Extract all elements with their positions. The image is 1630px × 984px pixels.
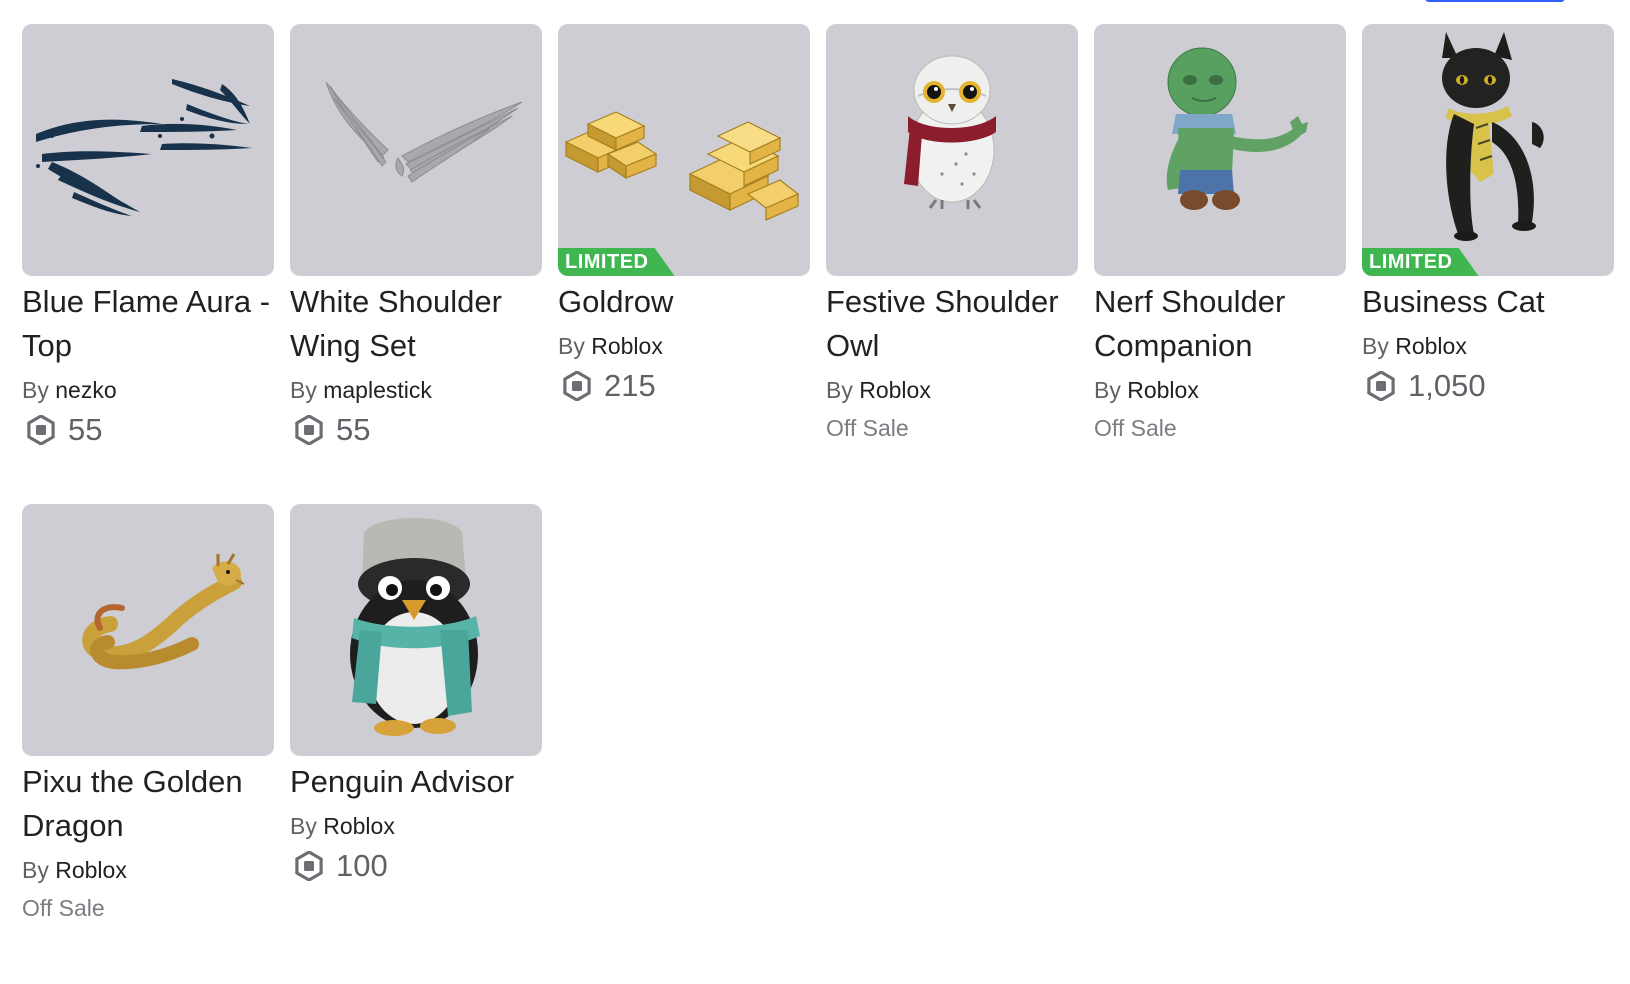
robux-icon (27, 415, 55, 445)
robux-icon (1367, 371, 1395, 401)
item-name[interactable]: Blue Flame Aura - Top (22, 280, 274, 368)
by-label: By (826, 377, 853, 403)
catalog-item-card[interactable]: Blue Flame Aura - Top By nezko 55 (22, 24, 274, 504)
off-sale-label: Off Sale (826, 415, 909, 441)
price-value: 55 (68, 412, 103, 447)
by-label: By (290, 377, 317, 403)
gold-bars-icon (564, 111, 800, 221)
item-creator: By Roblox (1362, 330, 1614, 362)
by-label: By (22, 857, 49, 883)
penguin-icon (350, 517, 480, 736)
limited-badge: LIMITED (1362, 248, 1479, 276)
item-thumbnail[interactable] (290, 24, 542, 276)
off-sale-label: Off Sale (22, 895, 105, 921)
item-creator: By Roblox (22, 854, 274, 886)
black-cat-icon (1442, 32, 1544, 241)
item-name[interactable]: Festive Shoulder Owl (826, 280, 1078, 368)
item-thumbnail[interactable] (826, 24, 1078, 276)
white-wings-icon (325, 81, 523, 183)
item-creator: By Roblox (1094, 374, 1346, 406)
item-name[interactable]: Goldrow (558, 280, 810, 324)
by-label: By (1094, 377, 1121, 403)
robux-icon (295, 415, 323, 445)
by-label: By (22, 377, 49, 403)
off-sale-label: Off Sale (1094, 415, 1177, 441)
by-label: By (558, 333, 585, 359)
robux-icon (295, 851, 323, 881)
item-price: 55 (290, 410, 542, 450)
item-price: 215 (558, 366, 810, 406)
catalog-item-card[interactable]: LIMITED Goldrow By Roblox 215 (558, 24, 810, 504)
item-thumbnail[interactable]: LIMITED (558, 24, 810, 276)
catalog-item-card[interactable]: Penguin Advisor By Roblox 100 (290, 504, 542, 984)
creator-link[interactable]: nezko (55, 377, 116, 403)
item-price: 100 (290, 846, 542, 886)
robux-icon (563, 371, 591, 401)
item-thumbnail[interactable] (22, 24, 274, 276)
creator-link[interactable]: Roblox (591, 333, 663, 359)
price-value: 1,050 (1408, 368, 1486, 403)
creator-link[interactable]: Roblox (859, 377, 931, 403)
item-name[interactable]: White Shoulder Wing Set (290, 280, 542, 368)
by-label: By (290, 813, 317, 839)
item-thumbnail[interactable] (22, 504, 274, 756)
item-name[interactable]: Business Cat (1362, 280, 1614, 324)
creator-link[interactable]: Roblox (323, 813, 395, 839)
top-button-edge[interactable] (1425, 0, 1565, 2)
price-value: 215 (604, 368, 656, 403)
catalog-item-card[interactable]: Festive Shoulder Owl By Roblox Off Sale (826, 24, 1078, 504)
creator-link[interactable]: maplestick (323, 377, 432, 403)
creator-link[interactable]: Roblox (1395, 333, 1467, 359)
item-name[interactable]: Nerf Shoulder Companion (1094, 280, 1346, 368)
golden-dragon-icon (82, 553, 245, 670)
by-label: By (1362, 333, 1389, 359)
blue-flame-aura-icon (36, 79, 252, 216)
catalog-item-card[interactable]: LIMITED Business Cat By Roblox 1,050 (1362, 24, 1614, 504)
limited-badge: LIMITED (558, 248, 675, 276)
item-price: 55 (22, 410, 274, 450)
catalog-grid: Blue Flame Aura - Top By nezko 55 White … (22, 24, 1614, 984)
item-price: 1,050 (1362, 366, 1614, 406)
creator-link[interactable]: Roblox (1127, 377, 1199, 403)
item-creator: By Roblox (290, 810, 542, 842)
item-name[interactable]: Penguin Advisor (290, 760, 542, 804)
owl-icon (904, 55, 996, 209)
creator-link[interactable]: Roblox (55, 857, 127, 883)
zombie-companion-icon (1166, 47, 1308, 210)
price-value: 55 (336, 412, 371, 447)
catalog-item-card[interactable]: Pixu the Golden Dragon By Roblox Off Sal… (22, 504, 274, 984)
item-creator: By Roblox (558, 330, 810, 362)
item-creator: By Roblox (826, 374, 1078, 406)
catalog-item-card[interactable]: White Shoulder Wing Set By maplestick 55 (290, 24, 542, 504)
item-thumbnail[interactable] (290, 504, 542, 756)
catalog-item-card[interactable]: Nerf Shoulder Companion By Roblox Off Sa… (1094, 24, 1346, 504)
item-thumbnail[interactable]: LIMITED (1362, 24, 1614, 276)
item-thumbnail[interactable] (1094, 24, 1346, 276)
item-name[interactable]: Pixu the Golden Dragon (22, 760, 274, 848)
item-creator: By maplestick (290, 374, 542, 406)
item-creator: By nezko (22, 374, 274, 406)
price-value: 100 (336, 848, 388, 883)
